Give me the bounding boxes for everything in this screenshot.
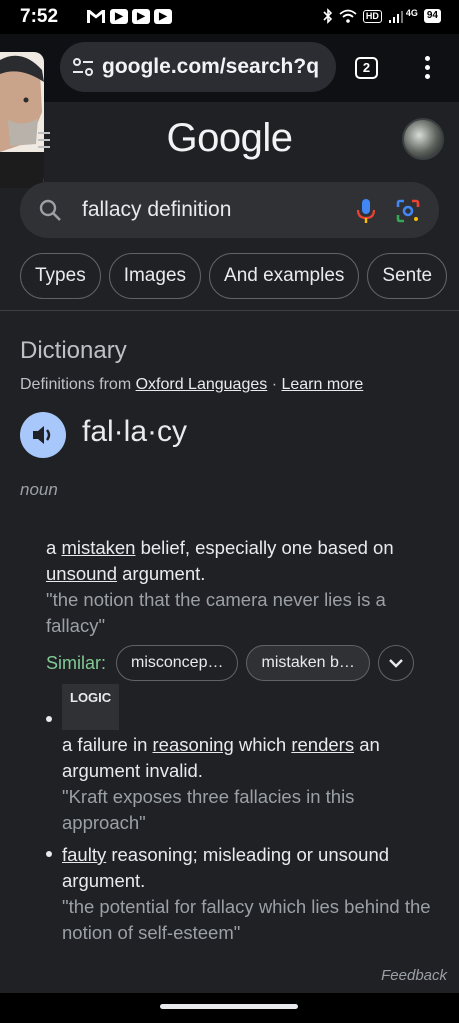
def-text: belief, especially one based on [135,537,394,558]
status-time: 7:52 [20,6,59,27]
definitions-source-line: Definitions from Oxford Languages · Lear… [20,376,363,394]
gesture-nav-bar [0,993,459,1023]
bullet [46,716,52,722]
def-link-unsound[interactable]: unsound [46,563,117,584]
search-bar[interactable]: fallacy definition [20,182,439,238]
definition-3: faulty reasoning; misleading or unsound … [62,842,447,946]
chevron-down-icon [389,659,403,668]
browser-toolbar: google.com/search?q 2 [0,34,459,102]
search-refinement-chips: Types Images And examples Sente [20,253,448,299]
def-text: which [233,734,292,755]
definitions-prefix: Definitions from [20,376,136,393]
chip-and-examples[interactable]: And examples [209,253,360,299]
def-text: reasoning; misleading or unsound argumen… [62,844,390,891]
logic-label: LOGIC [62,684,119,730]
signal-icon [388,11,403,23]
def-text: a [46,537,62,558]
google-lens-icon[interactable] [395,198,421,224]
chip-sentences[interactable]: Sente [367,253,448,299]
similar-words-row: Similar: misconcep… mistaken b… [46,645,414,681]
def-link-mistaken[interactable]: mistaken [61,537,135,558]
bluetooth-icon [323,8,332,24]
def-link-renders[interactable]: renders [291,734,354,755]
definition-1: a mistaken belief, especially one based … [46,535,441,639]
youtube-icon: ▶ [132,9,150,24]
similar-label: Similar: [46,652,107,673]
url-text[interactable]: google.com/search?q [102,55,330,79]
site-settings-icon[interactable] [72,56,94,78]
def-link-reasoning[interactable]: reasoning [153,734,234,755]
voice-search-icon[interactable] [355,197,377,225]
oxford-languages-link[interactable]: Oxford Languages [136,376,268,393]
youtube-icon: ▶ [110,9,128,24]
speaker-icon [33,426,51,444]
part-of-speech: noun [20,480,58,499]
notification-icons: ▶ ▶ ▶ [86,9,172,24]
tab-switcher-button[interactable]: 2 [355,57,378,79]
network-type: 4G [405,8,418,18]
status-bar: 7:52 ▶ ▶ ▶ HD 4G 94 [0,0,459,34]
chip-types[interactable]: Types [20,253,101,299]
address-bar[interactable]: google.com/search?q [60,42,336,92]
search-input[interactable]: fallacy definition [82,198,231,222]
account-avatar[interactable] [402,118,444,160]
wifi-icon [339,9,357,23]
feedback-link[interactable]: Feedback [381,967,447,984]
similar-chip-misconception[interactable]: misconcep… [116,645,239,681]
expand-similar-button[interactable] [377,645,414,681]
headword: fal·la·cy [82,415,188,448]
bullet [46,851,52,857]
learn-more-link[interactable]: Learn more [281,376,363,393]
more-options-icon[interactable] [420,56,434,82]
def-link-faulty[interactable]: faulty [62,844,106,865]
pronunciation-button[interactable] [20,412,66,458]
definition-2: a failure in reasoning which renders an … [62,732,442,836]
system-icons: HD 4G 94 [323,8,441,24]
battery-indicator: 94 [423,9,441,23]
hd-badge: HD [362,9,382,23]
def-text: argument. [116,563,206,584]
gmail-icon [87,10,105,23]
home-gesture-handle[interactable] [160,1004,298,1009]
search-icon [39,199,61,221]
definition-example: "Kraft exposes three fallacies in this a… [62,786,355,833]
similar-chip-mistaken-belief[interactable]: mistaken b… [246,645,370,681]
youtube-icon: ▶ [154,9,172,24]
source-separator: · [267,376,282,393]
chip-images[interactable]: Images [108,253,202,299]
dictionary-title: Dictionary [20,337,127,364]
google-logo[interactable]: Google [0,116,459,161]
divider [0,310,459,311]
definition-example: "the notion that the camera never lies i… [46,589,386,636]
definition-example: "the potential for fallacy which lies be… [62,896,431,943]
def-text: a failure in [62,734,153,755]
